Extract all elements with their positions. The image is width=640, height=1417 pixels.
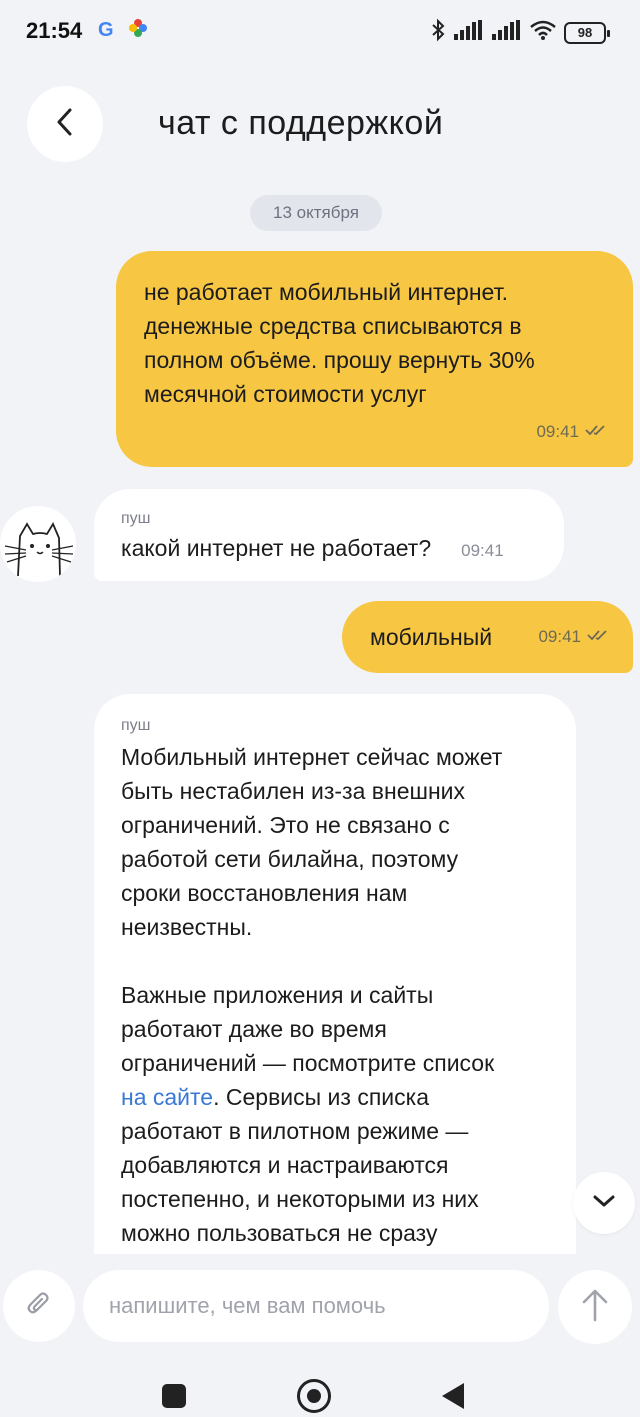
google-icon: G — [98, 19, 114, 41]
message-line: месячной стоимости услуг — [144, 381, 427, 407]
back-triangle-icon[interactable] — [442, 1383, 464, 1409]
outgoing-message[interactable]: не работает мобильный интернет. денежные… — [116, 251, 633, 467]
system-nav-bar — [0, 1364, 640, 1417]
signal-icon — [454, 20, 484, 45]
message-line: можно пользоваться не сразу — [121, 1220, 438, 1246]
message-line: работают даже во время — [121, 1016, 387, 1042]
wifi-icon — [530, 20, 556, 45]
message-composer — [0, 1254, 640, 1364]
sender-name: пуш — [121, 717, 151, 734]
message-line: ограничений. Это не связано с — [121, 812, 450, 838]
scroll-down-button[interactable] — [573, 1172, 635, 1234]
battery-icon: 98 — [564, 21, 610, 44]
chevron-left-icon — [55, 107, 75, 142]
message-time: 09:41 — [538, 627, 581, 646]
incoming-message[interactable]: пуш Мобильный интернет сейчас может быть… — [94, 694, 576, 1254]
status-bar: 21:54 G 98 — [0, 0, 640, 64]
home-icon[interactable] — [297, 1379, 331, 1413]
message-line: работой сети билайна, поэтому — [121, 846, 459, 872]
message-line: Мобильный интернет сейчас может — [121, 744, 503, 770]
cat-avatar-icon — [0, 506, 76, 582]
message-line: добавляются и настраиваются — [121, 1152, 449, 1178]
chevron-down-icon — [592, 1193, 616, 1214]
double-check-icon — [587, 620, 611, 654]
recents-icon[interactable] — [162, 1384, 186, 1408]
signal-icon — [492, 20, 522, 45]
message-line: сроки восстановления нам — [121, 880, 408, 906]
message-text: . Сервисы из списка — [213, 1084, 429, 1110]
message-line: ограничений — посмотрите список — [121, 1050, 495, 1076]
paperclip-icon — [24, 1289, 54, 1324]
back-button[interactable] — [27, 86, 103, 162]
message-meta: 09:41 — [536, 415, 609, 449]
status-time: 21:54 — [26, 18, 83, 43]
message-meta: 09:41 — [538, 620, 611, 654]
attach-button[interactable] — [3, 1270, 75, 1342]
message-text: какой интернет не работает? — [121, 535, 432, 561]
date-separator: 13 октября — [250, 195, 382, 231]
site-link[interactable]: на сайте — [121, 1084, 213, 1110]
message-line: полном объёме. прошу вернуть 30% — [144, 347, 535, 373]
page-title: чат с поддержкой — [158, 104, 444, 142]
message-line: быть нестабилен из-за внешних — [121, 778, 465, 804]
message-line: Важные приложения и сайты — [121, 982, 434, 1008]
message-text: мобильный — [370, 624, 493, 650]
pinwheel-icon — [128, 18, 148, 43]
message-line: на сайте. Сервисы из списка — [121, 1080, 550, 1114]
message-line: денежные средства списываются в — [144, 313, 522, 339]
message-line: неизвестны. — [121, 914, 253, 940]
message-line: постепенно, и некоторыми из них — [121, 1186, 479, 1212]
arrow-up-icon — [581, 1288, 609, 1327]
message-input[interactable] — [83, 1270, 549, 1342]
message-line: не работает мобильный интернет. — [144, 279, 508, 305]
outgoing-message[interactable]: мобильный 09:41 — [342, 601, 633, 673]
message-time: 09:41 — [461, 541, 504, 560]
double-check-icon — [585, 415, 609, 449]
sender-name: пуш — [121, 510, 151, 527]
incoming-message[interactable]: пуш какой интернет не работает? 09:41 — [94, 489, 564, 581]
message-line: работают в пилотном режиме — — [121, 1118, 469, 1144]
message-time: 09:41 — [536, 422, 579, 441]
send-button[interactable] — [558, 1270, 632, 1344]
bluetooth-icon — [430, 18, 446, 47]
